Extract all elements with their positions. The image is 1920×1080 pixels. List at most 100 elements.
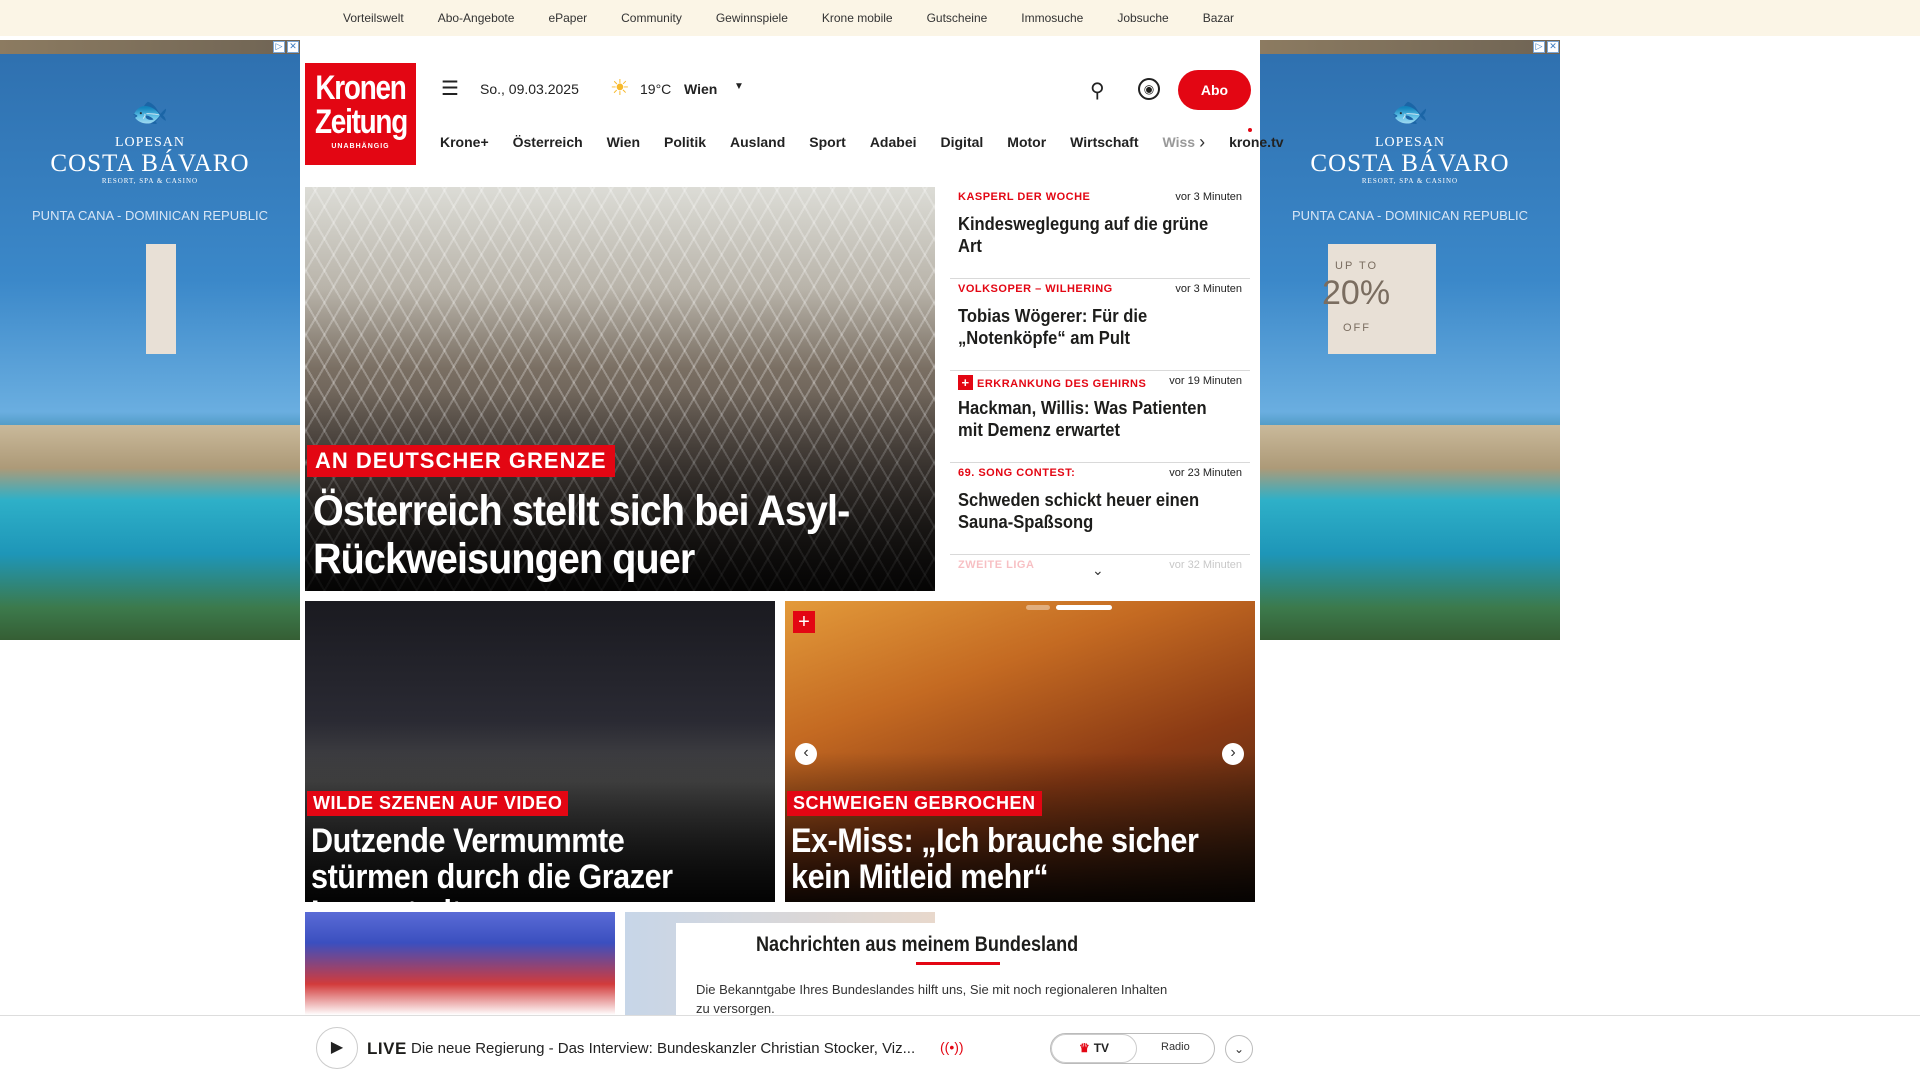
- ad-banner-right[interactable]: ▷ ✕ 🐟 LOPESAN COSTA BÁVARO RESORT, SPA &…: [1260, 40, 1560, 640]
- current-date: So., 09.03.2025: [480, 81, 579, 97]
- list-item-kicker-text: ERKRANKUNG DES GEHIRNS: [977, 378, 1147, 390]
- tv-radio-toggle[interactable]: ♛ TV Radio: [1050, 1033, 1215, 1064]
- chevron-down-icon[interactable]: ⌄: [1225, 1035, 1253, 1063]
- list-item-kicker: 69. SONG CONTEST:: [958, 467, 1076, 479]
- promo-percent: 20%: [1322, 274, 1391, 312]
- nav-item-kroneplus[interactable]: Krone+: [440, 134, 489, 150]
- list-item-time: vor 23 Minuten: [1169, 467, 1242, 479]
- promo-upto: UP TO: [1335, 260, 1379, 272]
- tv-label: TV: [1093, 1041, 1110, 1055]
- chevron-right-icon[interactable]: ›: [1199, 132, 1205, 153]
- ad-brand: LOPESAN COSTA BÁVARO RESORT, SPA & CASIN…: [0, 135, 300, 185]
- bundesland-text: Die Bekanntgabe Ihres Bundeslandes hilft…: [696, 982, 1168, 1016]
- chevron-left-icon[interactable]: ‹: [795, 743, 817, 765]
- topbar-link-gutscheine[interactable]: Gutscheine: [927, 11, 988, 25]
- logo-line-3: UNABHÄNGIG: [331, 143, 390, 150]
- ad-promo-box: [146, 244, 176, 354]
- sun-icon: ☀: [610, 75, 630, 100]
- topbar-link-epaper[interactable]: ePaper: [548, 11, 587, 25]
- topbar-link-jobsuche[interactable]: Jobsuche: [1117, 11, 1168, 25]
- city-selector[interactable]: Wien: [684, 81, 717, 97]
- list-item-headline: Hackman, Willis: Was Patienten mit Demen…: [958, 398, 1207, 440]
- ad-brand-sub: RESORT, SPA & CASINO: [101, 177, 199, 185]
- nav-item-politik[interactable]: Politik: [664, 134, 706, 150]
- nav-item-digital[interactable]: Digital: [941, 134, 984, 150]
- topbar-link-gewinnspiele[interactable]: Gewinnspiele: [716, 11, 788, 25]
- slider-indicator-active[interactable]: [1056, 605, 1112, 610]
- ad-location: PUNTA CANA - DOMINICAN REPUBLIC: [1292, 208, 1528, 223]
- slider-indicator[interactable]: [1026, 605, 1050, 610]
- heading-underline: [916, 962, 1000, 965]
- ad-resort-image: [0, 425, 300, 640]
- crown-icon: ♛: [1078, 1041, 1090, 1055]
- chevron-down-icon[interactable]: ▼: [734, 81, 744, 92]
- kronen-zeitung-logo[interactable]: Kronen Zeitung UNABHÄNGIG: [305, 63, 416, 165]
- chevron-down-icon[interactable]: ⌄: [1092, 562, 1104, 579]
- topbar-link-community[interactable]: Community: [621, 11, 682, 25]
- latest-news-list: KASPERL DER WOCHE vor 3 Minuten Kindeswe…: [950, 187, 1250, 579]
- topbar-link-krone-mobile[interactable]: Krone mobile: [822, 11, 893, 25]
- list-item-time: vor 32 Minuten: [1169, 559, 1242, 571]
- live-stream-title[interactable]: Die neue Regierung - Das Interview: Bund…: [411, 1040, 915, 1057]
- krone-plus-icon: +: [958, 375, 973, 390]
- nav-item-wissen[interactable]: Wiss: [1163, 134, 1196, 150]
- topbar-link-bazar[interactable]: Bazar: [1203, 11, 1234, 25]
- close-icon[interactable]: ✕: [287, 41, 299, 53]
- nav-item-wirtschaft[interactable]: Wirtschaft: [1070, 134, 1138, 150]
- nav-item-kronetv[interactable]: krone.tv: [1229, 134, 1283, 150]
- topbar-link-immosuche[interactable]: Immosuche: [1021, 11, 1083, 25]
- list-item[interactable]: KASPERL DER WOCHE vor 3 Minuten Kindeswe…: [950, 187, 1250, 279]
- nav-item-ausland[interactable]: Ausland: [730, 134, 785, 150]
- hero-title: Österreich stellt sich bei Asyl-Rückweis…: [313, 487, 850, 583]
- list-item[interactable]: VOLKSOPER – WILHERING vor 3 Minuten Tobi…: [950, 279, 1250, 371]
- temperature: 19°C: [640, 81, 672, 97]
- list-item-kicker: KASPERL DER WOCHE: [958, 191, 1091, 203]
- ad-location: PUNTA CANA - DOMINICAN REPUBLIC: [32, 208, 268, 223]
- list-item-headline: Tobias Wögerer: Für die „Notenköpfe“ am …: [958, 306, 1148, 348]
- nav-item-motor[interactable]: Motor: [1007, 134, 1046, 150]
- list-item-time: vor 19 Minuten: [1169, 375, 1242, 387]
- bundesland-heading: Nachrichten aus meinem Bundesland: [756, 933, 1079, 956]
- broadcast-icon: ((•)): [940, 1039, 964, 1055]
- search-icon[interactable]: ⚲: [1090, 78, 1105, 103]
- menu-icon[interactable]: ☰: [441, 79, 463, 99]
- list-item-headline: Kindesweglegung auf die grüne Art: [958, 214, 1209, 256]
- nav-item-sport[interactable]: Sport: [809, 134, 846, 150]
- article-tile[interactable]: WILDE SZENEN AUF VIDEO Dutzende Vermummt…: [305, 601, 775, 902]
- close-icon[interactable]: ✕: [1547, 41, 1559, 53]
- article-tile[interactable]: + SCHWEIGEN GEBROCHEN Ex-Miss: „Ich brau…: [785, 601, 1255, 902]
- hero-kicker: AN DEUTSCHER GRENZE: [307, 445, 615, 477]
- topbar-link-vorteilswelt[interactable]: Vorteilswelt: [343, 11, 404, 25]
- abo-button[interactable]: Abo: [1178, 70, 1251, 110]
- bundesland-prompt: Nachrichten aus meinem Bundesland Die Be…: [676, 923, 1204, 1016]
- list-item-kicker: ZWEITE LIGA: [958, 559, 1035, 571]
- tv-toggle-option[interactable]: ♛ TV: [1051, 1034, 1137, 1063]
- ad-brand-small: LOPESAN: [114, 135, 185, 150]
- list-item[interactable]: 69. SONG CONTEST: vor 23 Minuten Schwede…: [950, 463, 1250, 555]
- live-dot-icon: [1248, 128, 1252, 132]
- tile-kicker: SCHWEIGEN GEBROCHEN: [787, 791, 1042, 816]
- ad-info-icon[interactable]: ▷: [273, 41, 285, 53]
- hero-article[interactable]: AN DEUTSCHER GRENZE Österreich stellt si…: [305, 187, 935, 591]
- ad-promo-box: UP TO 20% OFF: [1322, 244, 1436, 354]
- user-icon[interactable]: ◉: [1138, 78, 1160, 100]
- list-item[interactable]: + ERKRANKUNG DES GEHIRNS vor 19 Minuten H…: [950, 371, 1250, 463]
- nav-item-oesterreich[interactable]: Österreich: [513, 134, 583, 150]
- article-tile-ski[interactable]: [305, 912, 615, 1015]
- ad-brand-big: COSTA BÁVARO: [50, 150, 250, 177]
- topbar-link-abo-angebote[interactable]: Abo-Angebote: [438, 11, 515, 25]
- ad-banner-left[interactable]: ▷ ✕ 🐟 LOPESAN COSTA BÁVARO RESORT, SPA &…: [0, 40, 300, 640]
- ad-info-icon[interactable]: ▷: [1533, 41, 1545, 53]
- live-label: LIVE: [367, 1039, 407, 1058]
- nav-item-adabei[interactable]: Adabei: [870, 134, 917, 150]
- chevron-right-icon[interactable]: ›: [1222, 743, 1244, 765]
- fish-logo-icon: 🐟: [131, 96, 169, 129]
- krone-plus-icon: +: [793, 611, 815, 633]
- play-icon[interactable]: ▶: [316, 1027, 358, 1069]
- tile-title: Ex-Miss: „Ich brauche sicher kein Mitlei…: [791, 822, 1199, 896]
- ad-brand-big: COSTA BÁVARO: [1310, 150, 1510, 177]
- radio-toggle-option[interactable]: Radio: [1161, 1041, 1190, 1053]
- tile-kicker: WILDE SZENEN AUF VIDEO: [307, 791, 569, 816]
- logo-line-2: Zeitung: [314, 103, 408, 141]
- nav-item-wien[interactable]: Wien: [607, 134, 640, 150]
